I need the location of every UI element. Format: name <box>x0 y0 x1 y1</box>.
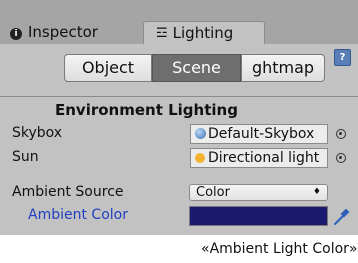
tab-inspector-label: Inspector <box>28 23 98 41</box>
lighting-window: i Inspector ☲ Lighting ? Object Scene ghtm… <box>0 0 358 235</box>
sun-picker-icon[interactable] <box>336 153 346 163</box>
ambient-source-value: Color <box>196 185 230 200</box>
sun-field[interactable]: Directional light <box>190 148 328 168</box>
section-title: Environment Lighting <box>55 101 238 119</box>
tab-lighting[interactable]: ☲ Lighting <box>143 21 265 44</box>
skybox-material-icon <box>195 128 206 139</box>
sun-value: Directional light <box>208 150 320 166</box>
skybox-label: Skybox <box>12 125 63 141</box>
tab-lighting-label: Lighting <box>172 24 234 42</box>
divider <box>0 96 358 97</box>
ambient-color-swatch[interactable] <box>189 206 328 226</box>
ambient-color-label: Ambient Color <box>28 207 128 223</box>
skybox-value: Default-Skybox <box>208 126 315 142</box>
scene-button[interactable]: Scene <box>152 54 241 82</box>
tab-inspector[interactable]: i Inspector <box>8 21 140 44</box>
info-icon: i <box>10 28 22 40</box>
light-icon <box>195 153 205 163</box>
help-icon[interactable]: ? <box>334 49 351 66</box>
tab-strip: i Inspector ☲ Lighting <box>0 0 358 44</box>
ambient-source-dropdown[interactable]: Color ♦ <box>189 184 328 201</box>
skybox-picker-icon[interactable] <box>336 129 346 139</box>
dropdown-arrows-icon: ♦ <box>312 187 321 197</box>
ambient-source-label: Ambient Source <box>12 184 124 200</box>
lighting-icon: ☲ <box>156 26 168 41</box>
object-button[interactable]: Object <box>64 54 152 82</box>
lightmap-button[interactable]: ghtmap <box>241 54 325 82</box>
skybox-field[interactable]: Default-Skybox <box>190 124 328 144</box>
caption: «Ambient Light Color» <box>201 241 358 257</box>
sun-label: Sun <box>12 149 39 165</box>
eyedropper-icon[interactable] <box>333 206 351 226</box>
